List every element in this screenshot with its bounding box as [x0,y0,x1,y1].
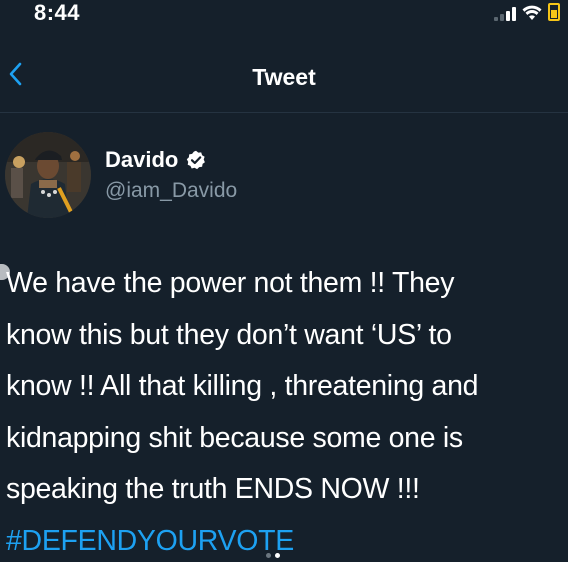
wifi-icon [522,5,542,20]
tweet-text-line: kidnapping shit because some one is [6,421,463,454]
tweet-text: We have the power not them !! They know … [6,258,566,562]
tweet-author: Davido @iam_Davido [0,124,568,224]
tweet-text-line: speaking the truth ENDS NOW !!! [6,473,420,505]
display-name[interactable]: Davido [105,147,178,173]
page-title: Tweet [252,64,316,90]
tweet-detail-screen: 8:44 Tweet Davido @iam_Davido We have th… [0,0,568,562]
cellular-signal-icon [494,5,516,21]
battery-icon [548,3,560,21]
nav-bar: Tweet [0,44,568,113]
status-bar: 8:44 [0,0,568,30]
page-indicator [266,553,280,558]
verified-badge-icon [187,150,206,170]
tweet-text-line: We have the power not them !! They [6,267,455,299]
page-dot-active[interactable] [275,553,280,558]
tweet-text-line: know !! All that killing , threatening a… [6,370,479,402]
avatar[interactable] [5,132,91,218]
status-icons [494,3,560,21]
page-dot[interactable] [266,553,271,558]
avatar-image [5,132,91,218]
author-handle[interactable]: @iam_Davido [105,179,237,203]
hashtag-link[interactable]: #DEFENDYOURVOTE [6,516,566,562]
status-time: 8:44 [34,0,81,25]
display-name-row: Davido [105,147,206,173]
tweet-text-line: know this but they don’t want ‘US’ to [6,318,452,351]
